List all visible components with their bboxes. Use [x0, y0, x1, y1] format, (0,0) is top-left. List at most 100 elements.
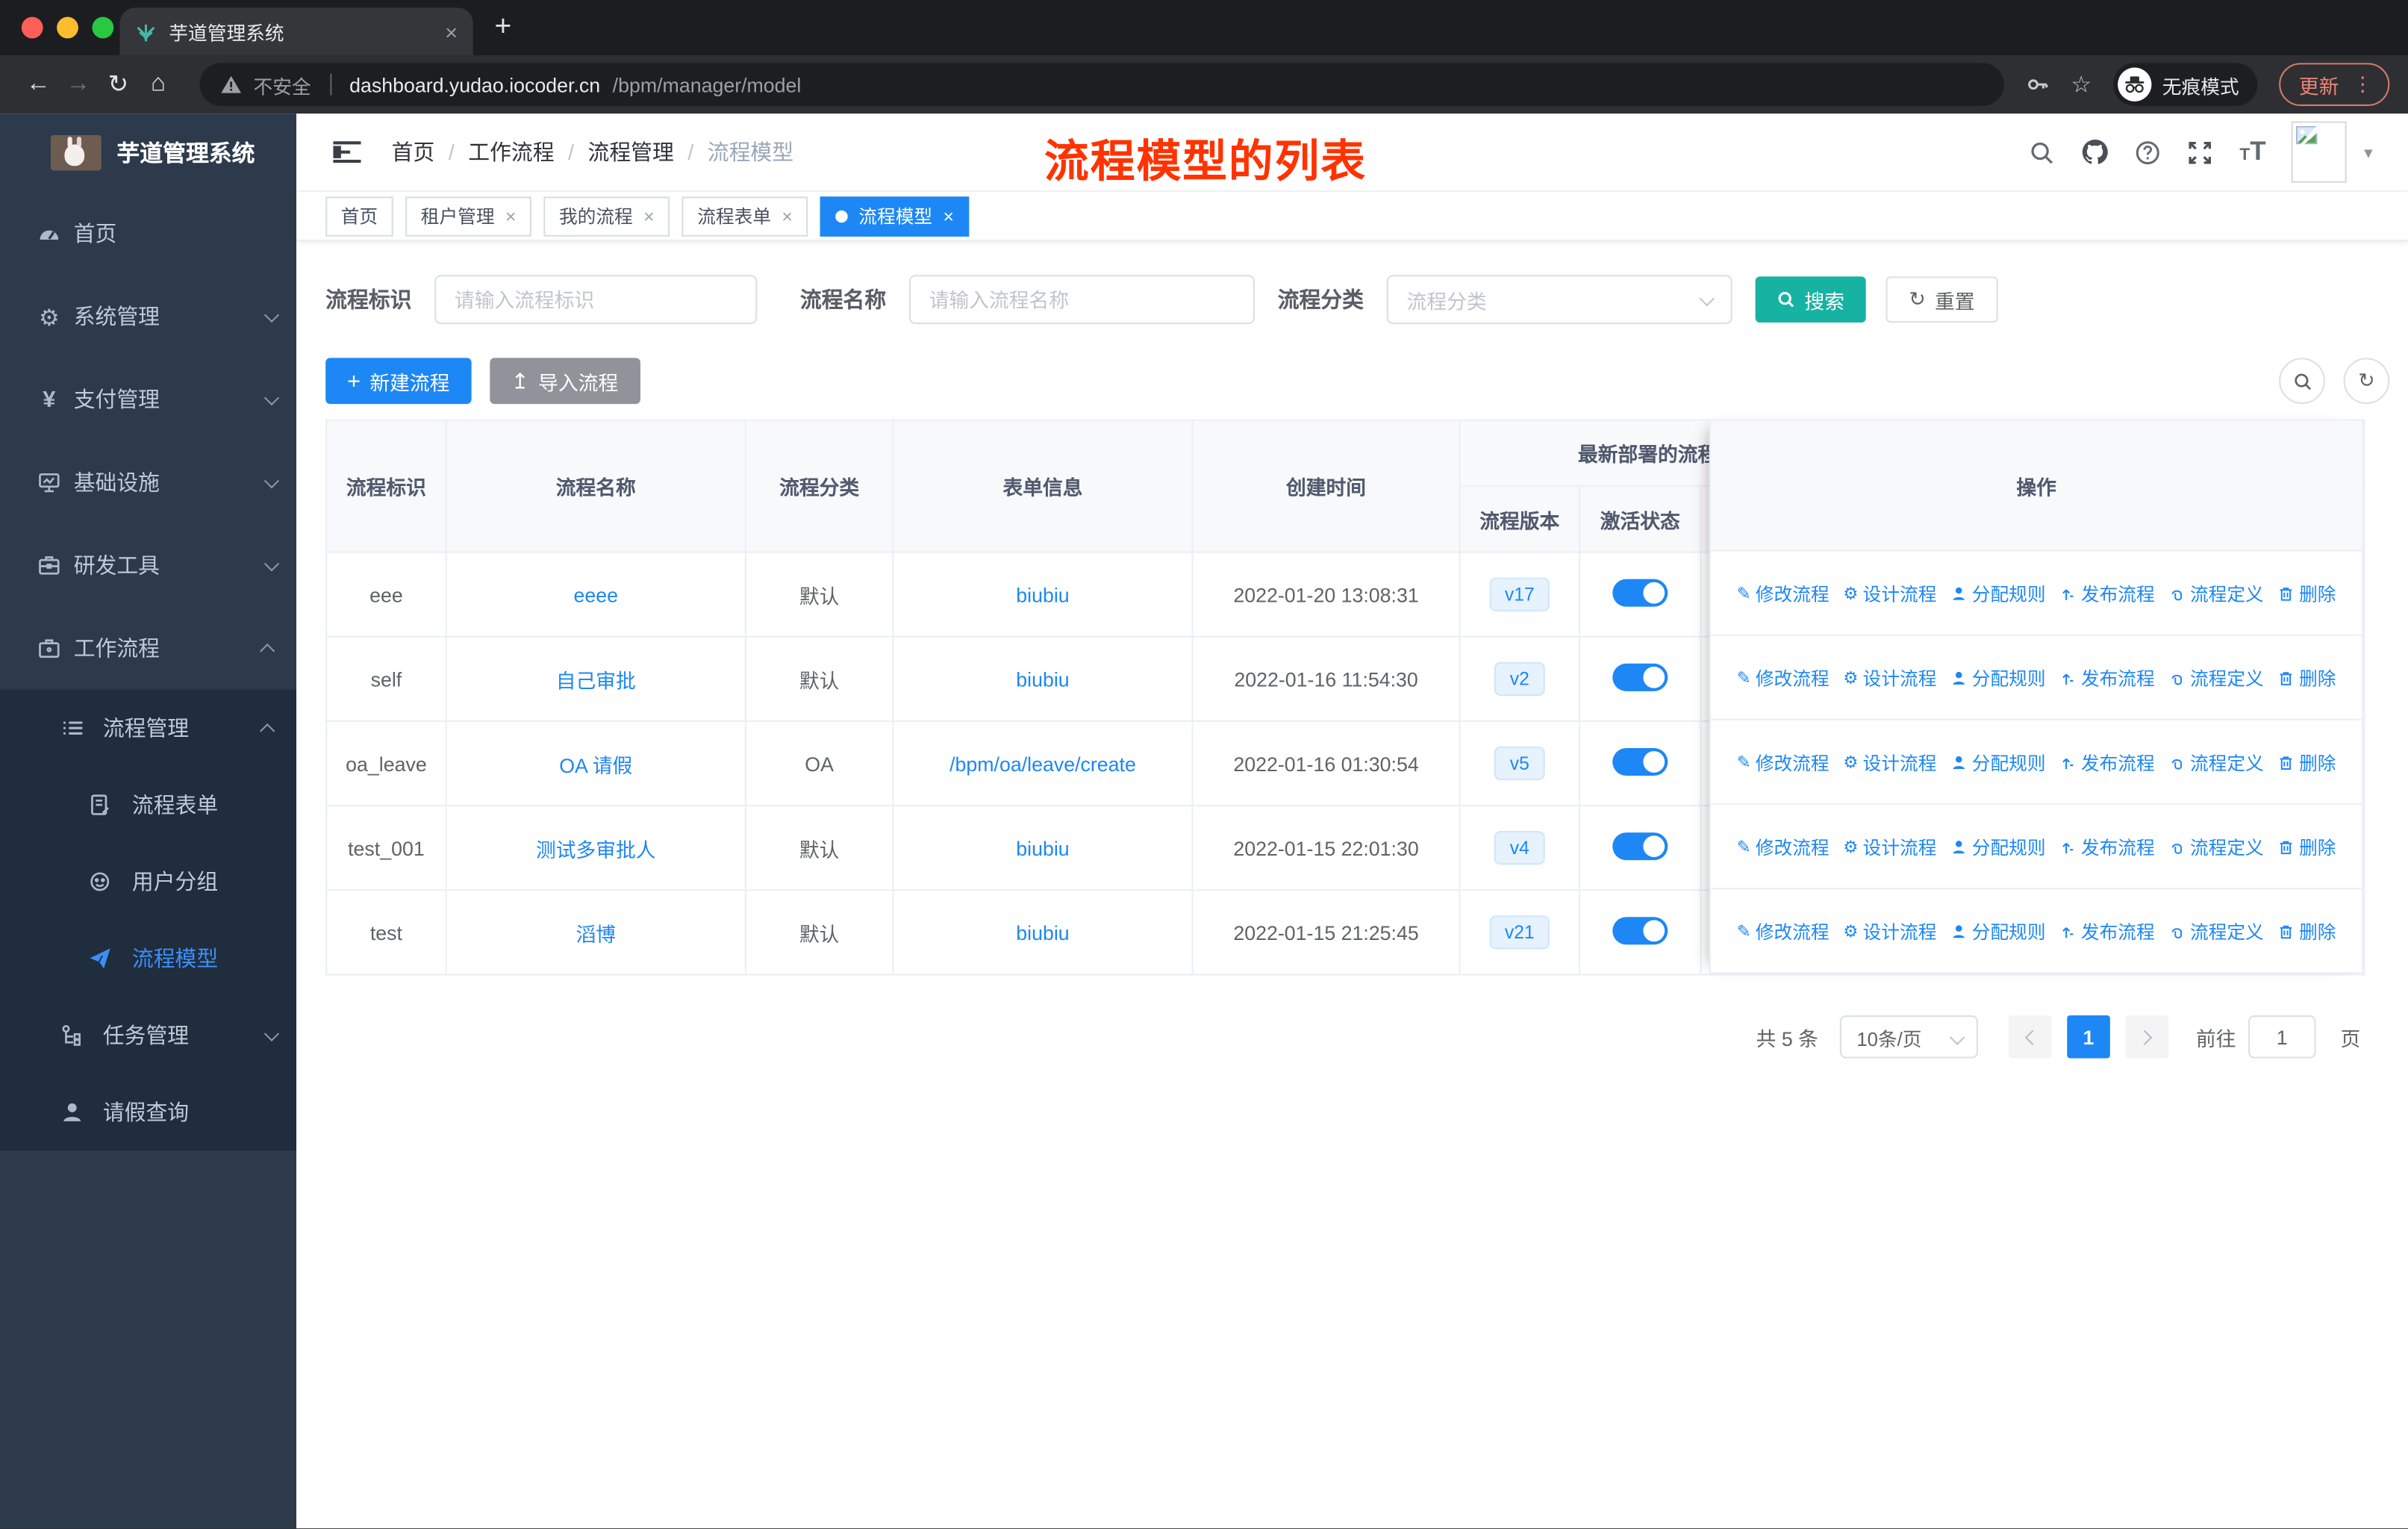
active-switch[interactable]: [1612, 832, 1668, 860]
reload-icon[interactable]: ↻: [99, 69, 138, 100]
modify-process-link[interactable]: ✎ 修改流程: [1737, 664, 1830, 691]
active-switch[interactable]: [1612, 578, 1668, 606]
active-switch[interactable]: [1612, 662, 1668, 691]
sidebar-item-task-mgmt[interactable]: 任务管理: [0, 997, 296, 1074]
close-icon[interactable]: ×: [943, 205, 954, 227]
breadcrumb-workflow[interactable]: 工作流程: [468, 137, 554, 167]
sidebar-item-devtools[interactable]: 研发工具: [0, 524, 296, 607]
delete-link[interactable]: 删除: [2277, 918, 2336, 944]
sidebar-item-home[interactable]: 首页: [0, 192, 296, 275]
assign-rule-link[interactable]: 分配规则: [1950, 580, 2046, 606]
help-icon[interactable]: [2135, 139, 2161, 165]
sidebar-collapse-icon[interactable]: [333, 141, 361, 164]
github-icon[interactable]: [2081, 138, 2109, 166]
version-badge[interactable]: v4: [1494, 831, 1545, 865]
browser-tab[interactable]: 芋道管理系统 ×: [119, 7, 473, 56]
filter-category-select[interactable]: 流程分类: [1386, 275, 1732, 325]
cell-form-link[interactable]: biubiu: [892, 889, 1194, 976]
prev-page-button[interactable]: [2009, 1015, 2052, 1059]
design-process-link[interactable]: ⚙ 设计流程: [1843, 580, 1936, 606]
sidebar-item-infra[interactable]: 基础设施: [0, 440, 296, 523]
version-badge[interactable]: v5: [1494, 746, 1545, 781]
search-icon[interactable]: [2030, 139, 2056, 165]
sidebar-item-leave-query[interactable]: 请假查询: [0, 1074, 296, 1150]
delete-link[interactable]: 删除: [2277, 664, 2336, 691]
delete-link[interactable]: 删除: [2277, 749, 2336, 775]
window-controls[interactable]: [21, 16, 114, 39]
maximize-window-button[interactable]: [92, 16, 114, 39]
sidebar-item-workflow[interactable]: 工作流程: [0, 607, 296, 690]
modify-process-link[interactable]: ✎ 修改流程: [1737, 580, 1830, 606]
cell-form-link[interactable]: biubiu: [892, 635, 1194, 722]
close-window-button[interactable]: [21, 16, 43, 39]
publish-process-link[interactable]: 发布流程: [2059, 749, 2155, 775]
key-icon[interactable]: [2025, 72, 2050, 97]
filter-name-input[interactable]: [908, 275, 1255, 325]
page-number-current[interactable]: 1: [2067, 1015, 2110, 1059]
publish-process-link[interactable]: 发布流程: [2059, 664, 2155, 691]
avatar[interactable]: [2292, 121, 2348, 183]
close-icon[interactable]: ×: [782, 205, 792, 227]
forward-icon[interactable]: →: [58, 71, 98, 99]
cell-form-link[interactable]: /bpm/oa/leave/create: [892, 720, 1194, 807]
version-badge[interactable]: v17: [1489, 577, 1550, 611]
cell-name-link[interactable]: 自己审批: [445, 635, 746, 722]
active-switch[interactable]: [1612, 747, 1668, 775]
process-definition-link[interactable]: 流程定义: [2168, 749, 2264, 775]
url-bar[interactable]: 不安全 dashboard.yudao.iocoder.cn/bpm/manag…: [199, 63, 2003, 106]
cell-name-link[interactable]: OA 请假: [445, 720, 746, 807]
design-process-link[interactable]: ⚙ 设计流程: [1843, 664, 1936, 691]
sidebar-item-system[interactable]: ⚙ 系统管理: [0, 275, 296, 358]
sidebar-item-process-model[interactable]: 流程模型: [0, 920, 296, 997]
create-process-button[interactable]: + 新建流程: [325, 358, 472, 405]
breadcrumb-process-mgmt[interactable]: 流程管理: [588, 137, 674, 167]
home-icon[interactable]: ⌂: [138, 71, 178, 99]
sidebar-item-user-group[interactable]: 用户分组: [0, 844, 296, 921]
fullscreen-icon[interactable]: [2187, 139, 2213, 165]
publish-process-link[interactable]: 发布流程: [2059, 918, 2155, 944]
tag-my-process[interactable]: 我的流程 ×: [543, 196, 670, 236]
version-badge[interactable]: v21: [1489, 915, 1550, 950]
refresh-table-button[interactable]: ↻: [2343, 358, 2390, 405]
modify-process-link[interactable]: ✎ 修改流程: [1737, 749, 1830, 775]
tag-tenant[interactable]: 租户管理 ×: [405, 196, 531, 236]
browser-menu-icon[interactable]: ⋮: [2353, 72, 2373, 97]
tag-home[interactable]: 首页: [325, 196, 393, 236]
publish-process-link[interactable]: 发布流程: [2059, 833, 2155, 859]
reset-button[interactable]: ↻ 重置: [1885, 276, 1998, 323]
version-badge[interactable]: v2: [1494, 661, 1545, 697]
process-definition-link[interactable]: 流程定义: [2168, 580, 2264, 606]
cell-form-link[interactable]: biubiu: [892, 805, 1194, 891]
assign-rule-link[interactable]: 分配规则: [1950, 749, 2046, 775]
design-process-link[interactable]: ⚙ 设计流程: [1843, 833, 1936, 859]
assign-rule-link[interactable]: 分配规则: [1950, 918, 2046, 944]
cell-name-link[interactable]: 测试多审批人: [445, 805, 746, 891]
sidebar-item-process-form[interactable]: 流程表单: [0, 767, 296, 844]
modify-process-link[interactable]: ✎ 修改流程: [1737, 833, 1830, 859]
process-definition-link[interactable]: 流程定义: [2168, 664, 2264, 691]
delete-link[interactable]: 删除: [2277, 833, 2336, 859]
cell-name-link[interactable]: eeee: [445, 551, 746, 638]
assign-rule-link[interactable]: 分配规则: [1950, 664, 2046, 691]
assign-rule-link[interactable]: 分配规则: [1950, 833, 2046, 859]
bookmark-star-icon[interactable]: ☆: [2071, 71, 2092, 99]
tag-process-form[interactable]: 流程表单 ×: [681, 196, 808, 236]
next-page-button[interactable]: [2125, 1015, 2168, 1059]
design-process-link[interactable]: ⚙ 设计流程: [1843, 749, 1936, 775]
design-process-link[interactable]: ⚙ 设计流程: [1843, 918, 1936, 944]
breadcrumb-home[interactable]: 首页: [392, 137, 435, 167]
page-size-select[interactable]: 10条/页: [1839, 1015, 1978, 1059]
import-process-button[interactable]: ↥ 导入流程: [489, 358, 640, 405]
update-button[interactable]: 更新 ⋮: [2279, 63, 2390, 106]
active-switch[interactable]: [1612, 916, 1668, 944]
cell-form-link[interactable]: biubiu: [892, 551, 1194, 638]
goto-page-input[interactable]: [2248, 1015, 2316, 1059]
tab-close-icon[interactable]: ×: [445, 19, 458, 44]
process-definition-link[interactable]: 流程定义: [2168, 833, 2264, 859]
publish-process-link[interactable]: 发布流程: [2059, 580, 2155, 606]
tag-process-model[interactable]: 流程模型 ×: [820, 196, 970, 236]
process-definition-link[interactable]: 流程定义: [2168, 918, 2264, 944]
sidebar-item-payment[interactable]: ¥ 支付管理: [0, 358, 296, 440]
new-tab-button[interactable]: +: [494, 10, 511, 44]
close-icon[interactable]: ×: [505, 205, 516, 227]
